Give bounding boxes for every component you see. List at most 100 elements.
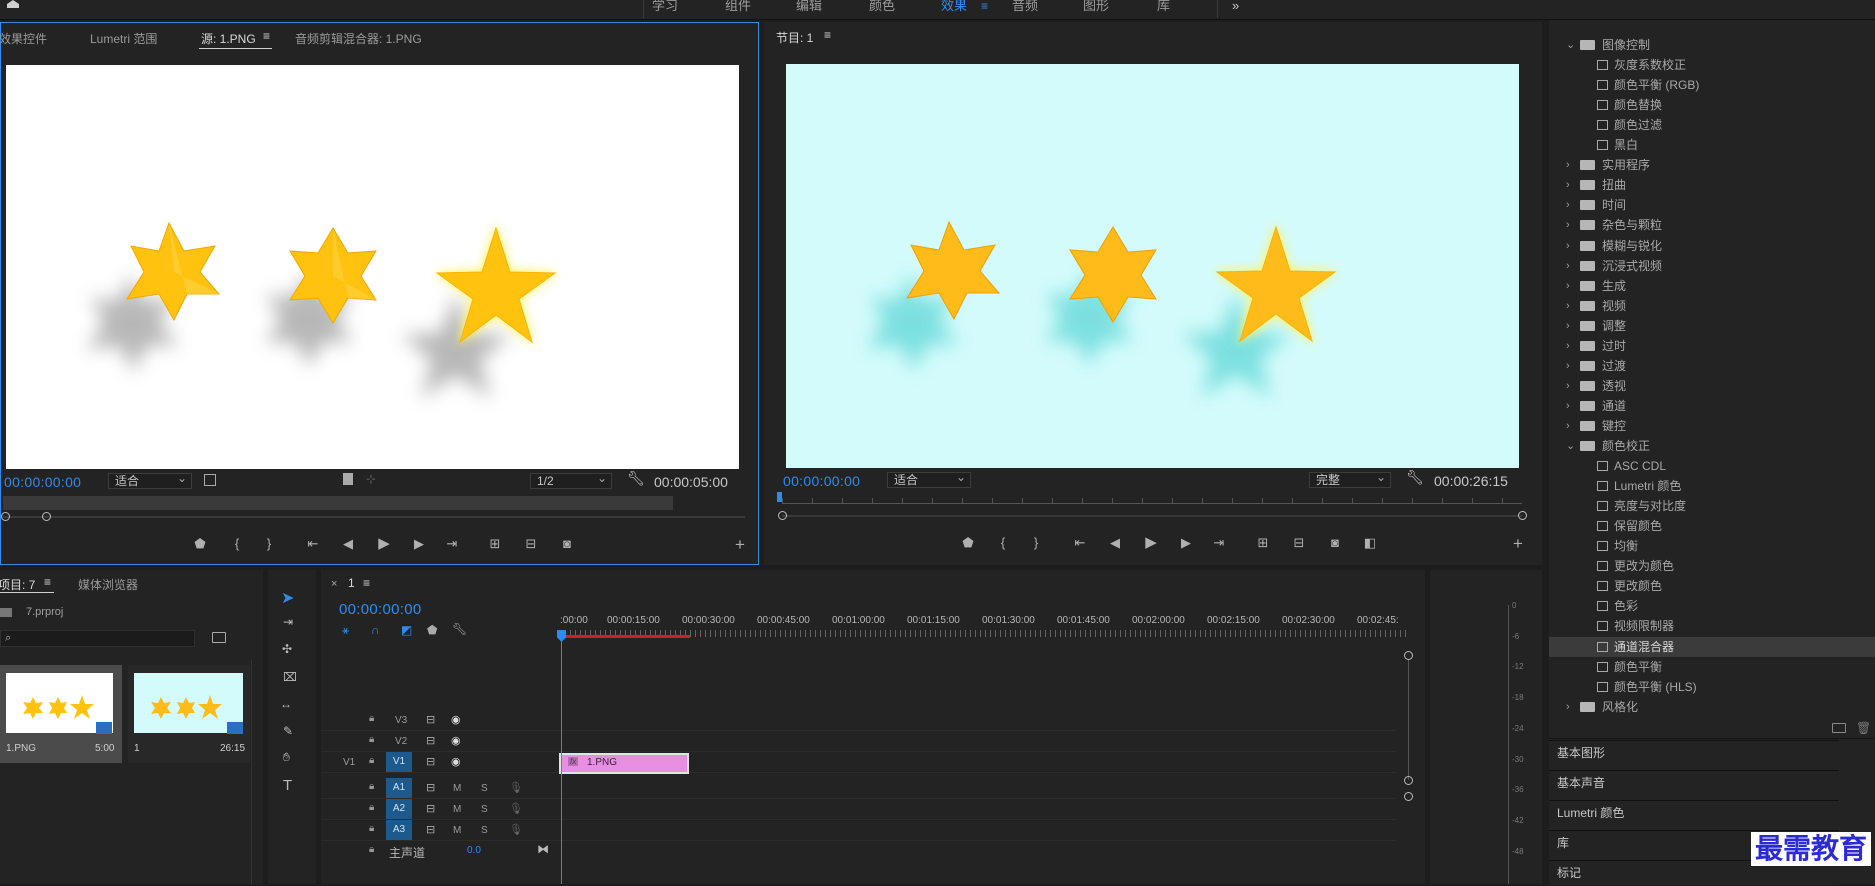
- effects-folder[interactable]: › 视频过渡: [1549, 717, 1875, 721]
- effects-folder[interactable]: › 过渡: [1549, 356, 1875, 376]
- scrollbar-track[interactable]: [251, 660, 252, 884]
- tab-menu-icon[interactable]: ≡: [363, 576, 370, 590]
- workspace-assembly[interactable]: 组件: [725, 0, 751, 18]
- workspace-effects[interactable]: 效果: [941, 0, 967, 18]
- workspace-overflow-icon[interactable]: »: [1232, 0, 1239, 18]
- zoom-handle-left[interactable]: [778, 511, 787, 520]
- resolution-dropdown[interactable]: 1/2: [530, 471, 612, 489]
- section-essential-graphics[interactable]: 基本图形: [1549, 740, 1839, 765]
- tab-menu-icon[interactable]: ≡: [824, 28, 831, 42]
- lock-icon[interactable]: 🔒︎: [369, 823, 374, 834]
- effects-folder[interactable]: › 通道: [1549, 396, 1875, 416]
- program-viewer[interactable]: [786, 64, 1519, 468]
- program-zoom-bar[interactable]: [782, 515, 1522, 517]
- go-to-out-icon[interactable]: ⇥: [1210, 534, 1228, 552]
- chevron-right-icon[interactable]: ›: [1566, 316, 1570, 336]
- source-timecode[interactable]: 00:00:00:00: [4, 474, 81, 490]
- chevron-right-icon[interactable]: ›: [1566, 276, 1570, 296]
- chevron-right-icon[interactable]: ›: [1566, 175, 1570, 195]
- master-value[interactable]: 0.0: [467, 845, 481, 856]
- overwrite-icon[interactable]: ⊟: [522, 535, 540, 553]
- workspace-learn[interactable]: 学习: [652, 0, 678, 18]
- extract-icon[interactable]: ⊟: [1290, 534, 1308, 552]
- home-icon[interactable]: [6, 0, 20, 8]
- snap-icon[interactable]: ∩: [371, 623, 380, 637]
- effects-folder[interactable]: › 生成: [1549, 276, 1875, 296]
- effect-item[interactable]: ASC CDL: [1549, 456, 1875, 476]
- work-area-bar[interactable]: [560, 635, 690, 638]
- source-patch[interactable]: V1: [343, 757, 355, 768]
- chevron-right-icon[interactable]: ›: [1566, 256, 1570, 276]
- eye-icon[interactable]: ◉: [451, 713, 461, 726]
- tab-menu-icon[interactable]: ≡: [44, 575, 51, 589]
- zoom-handle-right[interactable]: [1518, 511, 1527, 520]
- effect-item[interactable]: 颜色平衡 (HLS): [1549, 677, 1875, 697]
- vertical-scrollbar[interactable]: [1408, 660, 1409, 780]
- selection-tool-icon[interactable]: ➤: [281, 588, 294, 608]
- insert-icon[interactable]: ⊞: [486, 535, 504, 553]
- sync-lock-icon[interactable]: ⊟: [426, 802, 435, 815]
- chevron-right-icon[interactable]: ›: [1566, 296, 1570, 316]
- lock-icon[interactable]: 🔒︎: [369, 844, 374, 855]
- wrench-icon[interactable]: 🔧︎: [627, 470, 645, 487]
- mute-button[interactable]: M: [453, 825, 461, 836]
- zoom-handle-right[interactable]: [42, 512, 51, 521]
- mark-out-icon[interactable]: }: [260, 535, 278, 553]
- effects-folder[interactable]: › 沉浸式视频: [1549, 256, 1875, 276]
- workspace-editing[interactable]: 编辑: [796, 0, 822, 18]
- effect-item[interactable]: 颜色平衡 (RGB): [1549, 75, 1875, 95]
- effects-folder[interactable]: › 实用程序: [1549, 155, 1875, 175]
- mic-icon[interactable]: 🎙︎: [509, 802, 523, 815]
- tab-menu-icon[interactable]: ≡: [263, 29, 270, 43]
- effects-folder[interactable]: › 透视: [1549, 376, 1875, 396]
- tab-media-browser[interactable]: 媒体浏览器: [78, 576, 138, 593]
- solo-button[interactable]: S: [481, 783, 488, 794]
- slip-tool-icon[interactable]: ↔: [280, 697, 292, 711]
- effects-folder[interactable]: › 过时: [1549, 336, 1875, 356]
- timeline-clip[interactable]: fx 1.PNG: [559, 753, 689, 774]
- safe-margins-icon[interactable]: [204, 474, 216, 486]
- linked-selection-icon[interactable]: ◩: [401, 623, 412, 637]
- lock-icon[interactable]: 🔒︎: [369, 713, 374, 724]
- program-title[interactable]: 节目: 1: [776, 29, 813, 46]
- go-to-in-icon[interactable]: ⇤: [1071, 534, 1089, 552]
- lock-icon[interactable]: 🔒︎: [369, 734, 374, 745]
- source-timeruler[interactable]: [3, 496, 673, 510]
- tab-audio-mixer[interactable]: 音频剪辑混合器: 1.PNG: [295, 30, 422, 47]
- chevron-right-icon[interactable]: ›: [1566, 336, 1570, 356]
- source-zoom-bar[interactable]: [3, 516, 745, 518]
- effects-folder[interactable]: › 扭曲: [1549, 175, 1875, 195]
- sequence-tab[interactable]: 1: [348, 576, 355, 590]
- solo-button[interactable]: S: [481, 825, 488, 836]
- add-marker-icon[interactable]: ⬟: [191, 535, 209, 553]
- effects-folder[interactable]: ⌄ 颜色校正: [1549, 436, 1875, 456]
- workspace-audio[interactable]: 音频: [1012, 0, 1038, 18]
- chevron-right-icon[interactable]: ›: [1566, 215, 1570, 235]
- track-select-tool-icon[interactable]: ⇥: [283, 615, 293, 629]
- program-timecode[interactable]: 00:00:00:00: [783, 473, 860, 489]
- effect-item[interactable]: 黑白: [1549, 135, 1875, 155]
- zoom-handle-left[interactable]: [1, 512, 10, 521]
- export-frame-icon[interactable]: ◙: [1326, 534, 1344, 552]
- add-marker-icon[interactable]: ⬟: [427, 623, 437, 637]
- chevron-right-icon[interactable]: ›: [1555, 717, 1559, 720]
- track-target[interactable]: A1: [386, 778, 412, 798]
- track-target[interactable]: A2: [386, 799, 412, 819]
- lock-icon[interactable]: 🔒︎: [369, 781, 374, 792]
- mute-button[interactable]: M: [453, 783, 461, 794]
- chevron-down-icon[interactable]: ⌄: [1566, 35, 1575, 55]
- effect-item[interactable]: 颜色替换: [1549, 95, 1875, 115]
- program-playhead[interactable]: [777, 492, 782, 502]
- chevron-right-icon[interactable]: ›: [1566, 356, 1570, 376]
- step-forward-icon[interactable]: ▶︎: [410, 535, 428, 553]
- effects-folder[interactable]: › 视频: [1549, 296, 1875, 316]
- comparison-view-icon[interactable]: ◧: [1361, 534, 1379, 552]
- mic-icon[interactable]: 🎙︎: [509, 823, 523, 836]
- effect-item[interactable]: 颜色平衡: [1549, 657, 1875, 677]
- tab-effect-controls[interactable]: 效果控件: [0, 30, 47, 47]
- chevron-right-icon[interactable]: ›: [1566, 396, 1570, 416]
- solo-button[interactable]: S: [481, 804, 488, 815]
- go-to-out-icon[interactable]: ⇥: [443, 535, 461, 553]
- tab-source[interactable]: 源: 1.PNG: [201, 30, 256, 47]
- mute-button[interactable]: M: [453, 804, 461, 815]
